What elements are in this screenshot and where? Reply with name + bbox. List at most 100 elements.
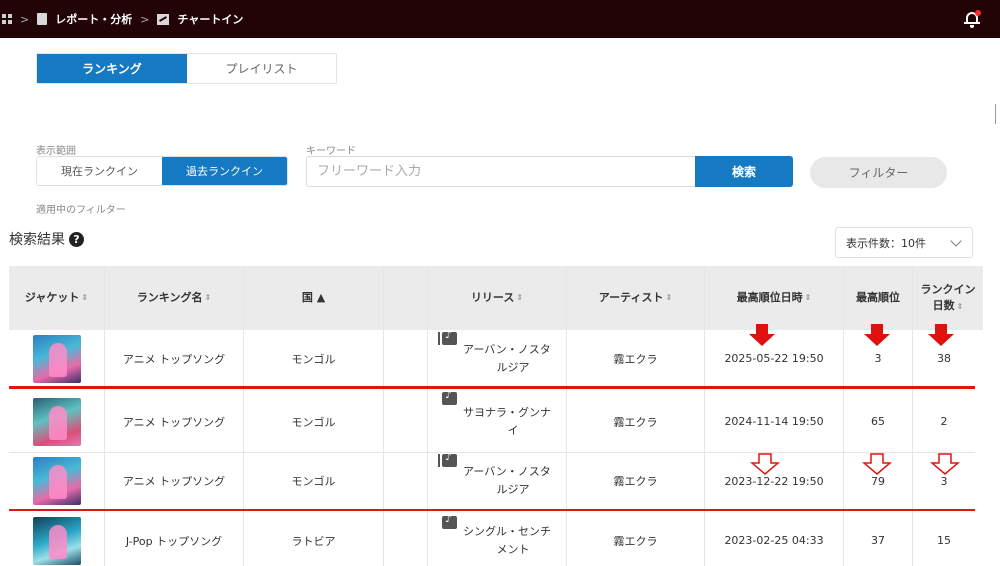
- column-divider: [566, 266, 567, 566]
- country-cell: モンゴル: [244, 391, 383, 452]
- results-title-text: 検索結果: [9, 232, 65, 248]
- annotation-arrow-outline: [930, 453, 960, 475]
- range-toggle: 現在ランクイン 過去ランクイン: [36, 156, 288, 186]
- page-size-value: 表示件数：10件: [846, 236, 926, 250]
- column-divider: [104, 266, 105, 566]
- jacket-image[interactable]: [32, 457, 81, 505]
- release-cell: アーバン・ノスタルジア: [428, 452, 566, 509]
- sort-icon: ⇕: [804, 293, 812, 302]
- keyword-label: キーワード: [306, 146, 356, 157]
- range-past-button[interactable]: 過去ランクイン: [162, 157, 287, 185]
- release-cell: アーバン・ノスタルジア: [428, 330, 566, 386]
- blank-cell: [384, 453, 427, 509]
- column-divider: [704, 266, 705, 566]
- country-cell: ラトビア: [244, 515, 383, 566]
- release-title[interactable]: シングル・センチ メント: [463, 523, 563, 558]
- ranking-cell: アニメ トップソング: [105, 331, 243, 386]
- annotation-line-top: [9, 386, 975, 389]
- ranking-cell: アニメ トップソング: [105, 453, 243, 509]
- artist-cell: 霧エクラ: [567, 453, 704, 509]
- peak-rank-cell: 65: [844, 391, 912, 452]
- header-jacket[interactable]: ジャケット ⇕: [9, 266, 104, 330]
- annotation-line-bottom: [9, 509, 975, 511]
- release-title[interactable]: アーバン・ノスタ ルジア: [463, 341, 563, 376]
- header-ranking[interactable]: ランキング名 ⇕: [105, 266, 243, 330]
- jacket-cell: [9, 515, 104, 566]
- keyword-input[interactable]: [306, 156, 696, 187]
- ranking-cell: アニメ トップソング: [105, 391, 243, 452]
- album-icon: [438, 452, 457, 467]
- jacket-image[interactable]: [32, 334, 81, 383]
- column-divider: [912, 266, 913, 566]
- breadcrumb-report[interactable]: レポート・分析: [55, 11, 132, 27]
- notification-badge: [975, 10, 981, 16]
- country-cell: モンゴル: [244, 331, 383, 386]
- music-note-icon: [442, 390, 457, 405]
- peak-date-cell: 2024-11-14 19:50: [705, 391, 843, 452]
- results-title: 検索結果 ?: [9, 229, 84, 249]
- jacket-image[interactable]: [32, 516, 81, 565]
- artist-cell: 霧エクラ: [567, 515, 704, 566]
- music-note-icon: [442, 514, 457, 529]
- annotation-arrow-outline: [750, 453, 780, 475]
- blank-cell: [384, 515, 427, 566]
- peak-rank-cell: 37: [844, 515, 912, 566]
- sort-icon: ⇕: [956, 302, 964, 311]
- blank-cell: [384, 331, 427, 386]
- sort-icon: ⇕: [665, 293, 673, 302]
- artist-cell: 霧エクラ: [567, 331, 704, 386]
- column-divider: [243, 266, 244, 566]
- artist-cell: 霧エクラ: [567, 391, 704, 452]
- header-country[interactable]: 国 ▲: [244, 266, 383, 330]
- question-circle-icon[interactable]: ?: [69, 231, 84, 247]
- column-divider: [427, 266, 428, 566]
- release-title[interactable]: アーバン・ノスタ ルジア: [463, 463, 563, 498]
- breadcrumb: > レポート・分析 > チャートイン: [0, 11, 243, 27]
- header-release[interactable]: リリース ⇕: [428, 266, 566, 330]
- header-peak-date[interactable]: 最高順位日時 ⇕: [705, 266, 843, 330]
- report-icon: [37, 13, 48, 25]
- blank-cell: [384, 391, 427, 452]
- release-title[interactable]: サヨナラ・グンナイ: [463, 404, 563, 439]
- sort-icon: ⇕: [204, 293, 212, 302]
- column-divider: [843, 266, 844, 566]
- header-days[interactable]: ランクイン 日数 ⇕: [913, 266, 983, 330]
- annotation-arrow-filled: [864, 324, 890, 346]
- header-peak-rank[interactable]: 最高順位: [844, 266, 912, 330]
- search-button[interactable]: 検索: [695, 156, 793, 187]
- days-cell: 2: [913, 391, 975, 452]
- chevron-down-icon: [950, 235, 962, 247]
- release-cell: サヨナラ・グンナイ: [428, 390, 566, 452]
- annotation-arrow-filled: [928, 324, 954, 346]
- main-tabs: ランキング プレイリスト: [36, 53, 337, 84]
- tab-playlist[interactable]: プレイリスト: [187, 54, 336, 83]
- range-current-button[interactable]: 現在ランクイン: [37, 157, 162, 185]
- breadcrumb-chart-in: チャートイン: [177, 13, 244, 26]
- album-icon: [438, 330, 457, 345]
- sort-icon: ⇕: [516, 293, 524, 302]
- dashboard-icon[interactable]: [2, 14, 12, 24]
- top-bar: > レポート・分析 > チャートイン: [0, 0, 1000, 38]
- scrollbar[interactable]: [995, 104, 996, 124]
- days-cell: 15: [913, 515, 975, 566]
- page-size-select[interactable]: 表示件数：10件: [835, 227, 973, 258]
- peak-date-cell: 2023-02-25 04:33: [705, 515, 843, 566]
- range-label: 表示範囲: [36, 146, 76, 157]
- country-cell: モンゴル: [244, 453, 383, 509]
- sort-asc-icon: ▲: [316, 290, 326, 304]
- chevron-right-icon: >: [140, 12, 150, 26]
- notification-bell-icon[interactable]: [964, 10, 981, 28]
- tab-ranking[interactable]: ランキング: [37, 54, 187, 83]
- jacket-cell: [9, 391, 104, 452]
- jacket-cell: [9, 453, 104, 509]
- annotation-arrow-filled: [749, 324, 775, 346]
- header-artist[interactable]: アーティスト ⇕: [567, 266, 704, 330]
- sort-icon: ⇕: [81, 293, 89, 302]
- annotation-arrow-outline: [862, 453, 892, 475]
- jacket-image[interactable]: [32, 397, 81, 446]
- release-cell: シングル・センチメント: [428, 514, 566, 566]
- filter-button[interactable]: フィルター: [810, 157, 947, 188]
- chevron-right-icon: >: [20, 12, 30, 26]
- applied-filters-label: 適用中のフィルター: [36, 205, 126, 216]
- jacket-cell: [9, 331, 104, 386]
